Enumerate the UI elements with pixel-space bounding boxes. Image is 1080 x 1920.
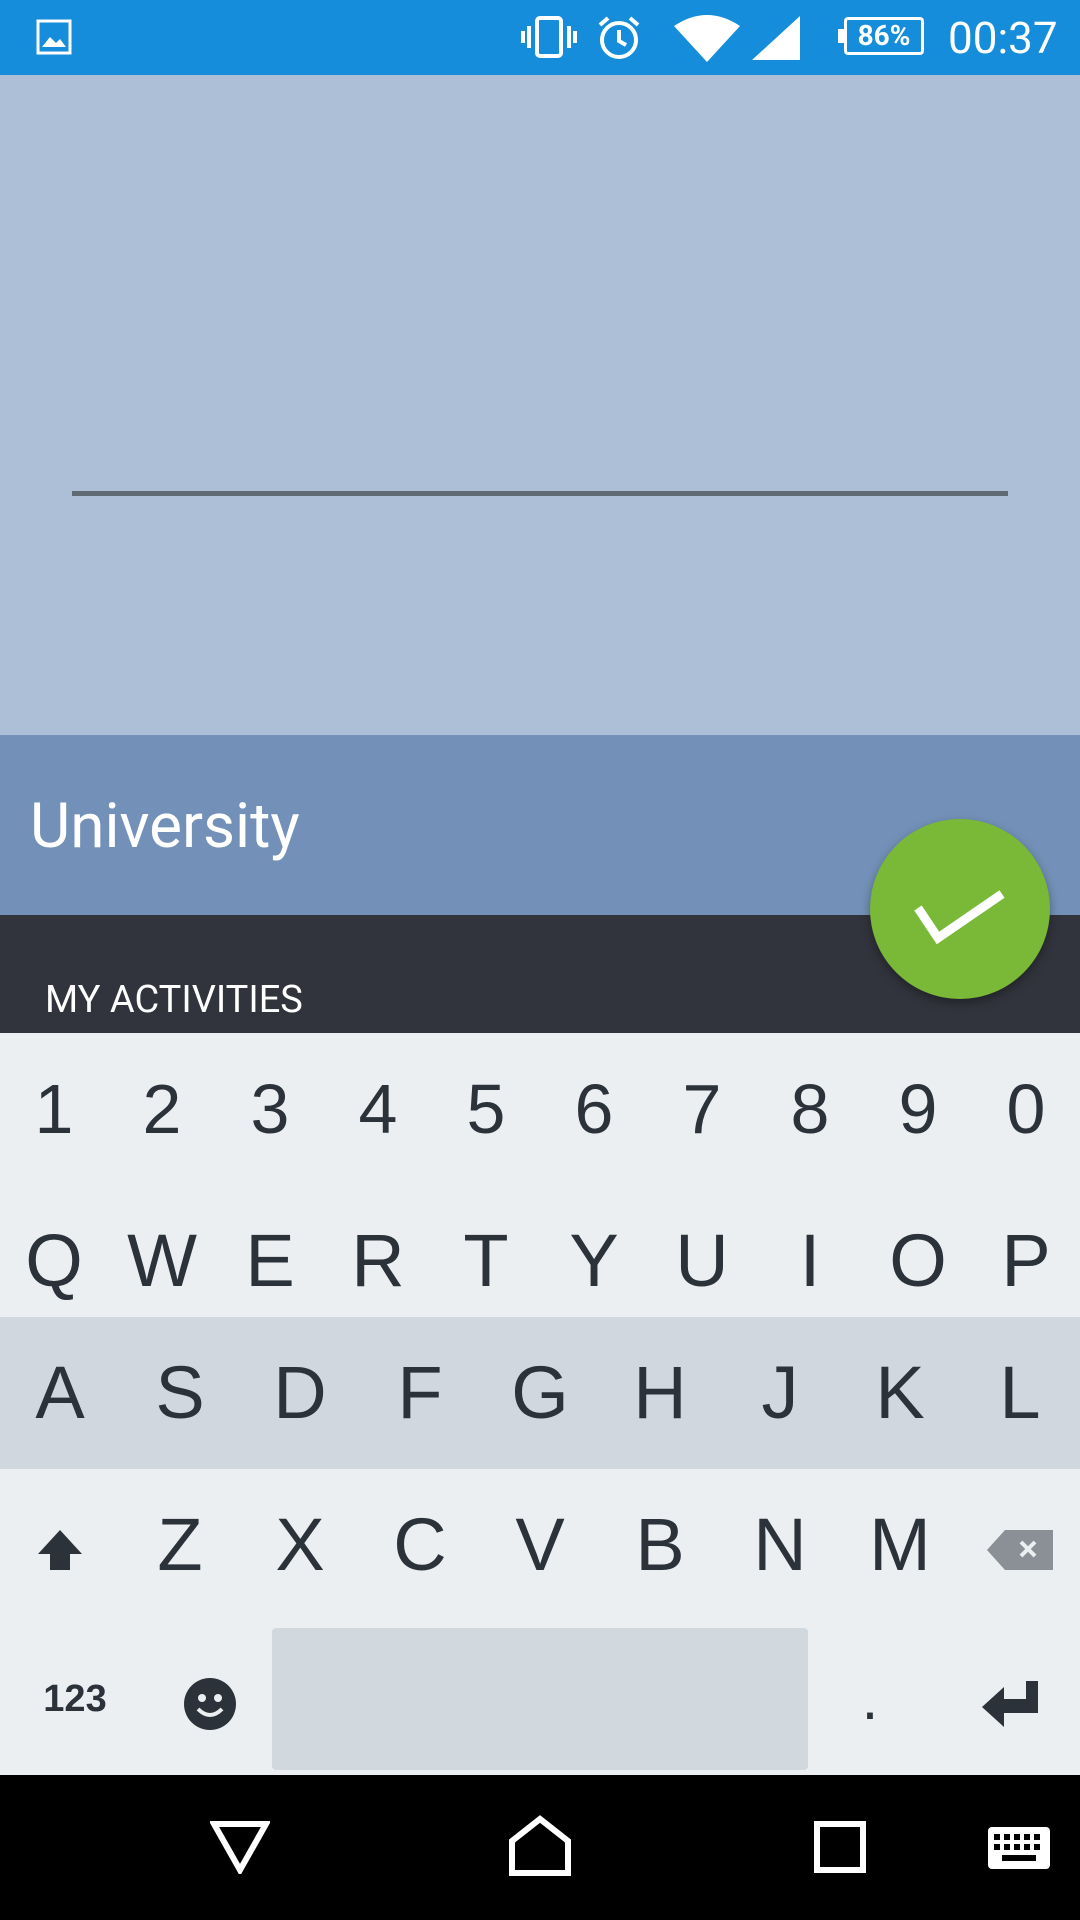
key-9[interactable]: 9 [874, 1033, 962, 1185]
key-b[interactable]: B [616, 1469, 704, 1621]
emoji-key[interactable] [170, 1623, 250, 1775]
emoji-icon [184, 1678, 236, 1731]
key-o[interactable]: O [874, 1185, 962, 1337]
key-y[interactable]: Y [550, 1185, 638, 1337]
zxcv-row: Z X C V B N M [0, 1469, 1080, 1621]
status-bar: 86% 00:37 [0, 0, 1080, 75]
clock: 00:37 [948, 12, 1058, 64]
key-e[interactable]: E [226, 1185, 314, 1337]
navigation-bar [0, 1775, 1080, 1920]
key-z[interactable]: Z [136, 1469, 224, 1621]
recents-icon[interactable] [814, 1821, 866, 1873]
key-i[interactable]: I [766, 1185, 854, 1337]
key-4[interactable]: 4 [334, 1033, 422, 1185]
key-d[interactable]: D [256, 1317, 344, 1469]
key-g[interactable]: G [496, 1317, 584, 1469]
key-t[interactable]: T [442, 1185, 530, 1337]
key-2[interactable]: 2 [118, 1033, 206, 1185]
check-icon [914, 890, 1005, 945]
number-row: 1 2 3 4 5 6 7 8 9 0 [0, 1033, 1080, 1185]
key-c[interactable]: C [376, 1469, 464, 1621]
key-x[interactable]: X [256, 1469, 344, 1621]
page-title: University [30, 790, 300, 863]
key-q[interactable]: Q [10, 1185, 98, 1337]
key-w[interactable]: W [118, 1185, 206, 1337]
key-3[interactable]: 3 [226, 1033, 314, 1185]
key-7[interactable]: 7 [658, 1033, 746, 1185]
symbols-key[interactable]: 123 [20, 1623, 130, 1775]
key-a[interactable]: A [16, 1317, 104, 1469]
key-1[interactable]: 1 [10, 1033, 98, 1185]
key-p[interactable]: P [982, 1185, 1070, 1337]
gallery-icon [36, 19, 72, 55]
input-area[interactable] [0, 75, 1080, 735]
home-icon[interactable] [508, 1815, 572, 1877]
shift-icon [38, 1530, 82, 1571]
back-icon[interactable] [210, 1820, 270, 1874]
period-key[interactable]: . [830, 1623, 910, 1775]
delete-key[interactable] [976, 1469, 1064, 1621]
battery-icon: 86% [838, 17, 924, 55]
key-k[interactable]: K [856, 1317, 944, 1469]
name-field[interactable] [72, 433, 1008, 496]
key-v[interactable]: V [496, 1469, 584, 1621]
keyboard-switch-icon[interactable] [988, 1827, 1050, 1869]
backspace-icon [987, 1530, 1053, 1571]
qwerty-row: Q W E R T Y U I O P [0, 1185, 1080, 1337]
key-u[interactable]: U [658, 1185, 746, 1337]
key-8[interactable]: 8 [766, 1033, 854, 1185]
wifi-icon [674, 15, 740, 62]
enter-icon [982, 1681, 1038, 1728]
key-r[interactable]: R [334, 1185, 422, 1337]
section-label-my-activities: MY ACTIVITIES [45, 978, 303, 1022]
key-m[interactable]: M [856, 1469, 944, 1621]
confirm-button[interactable] [870, 819, 1050, 999]
key-j[interactable]: J [736, 1317, 824, 1469]
key-h[interactable]: H [616, 1317, 704, 1469]
key-f[interactable]: F [376, 1317, 464, 1469]
key-0[interactable]: 0 [982, 1033, 1070, 1185]
key-s[interactable]: S [136, 1317, 224, 1469]
key-5[interactable]: 5 [442, 1033, 530, 1185]
vibrate-icon [521, 16, 577, 58]
key-n[interactable]: N [736, 1469, 824, 1621]
enter-key[interactable] [960, 1623, 1060, 1775]
key-l[interactable]: L [976, 1317, 1064, 1469]
signal-icon [752, 16, 800, 60]
space-key[interactable] [272, 1628, 808, 1770]
asdf-row: A S D F G H J K L [0, 1317, 1080, 1469]
alarm-icon [598, 16, 640, 59]
shift-key[interactable] [16, 1469, 104, 1621]
key-6[interactable]: 6 [550, 1033, 638, 1185]
